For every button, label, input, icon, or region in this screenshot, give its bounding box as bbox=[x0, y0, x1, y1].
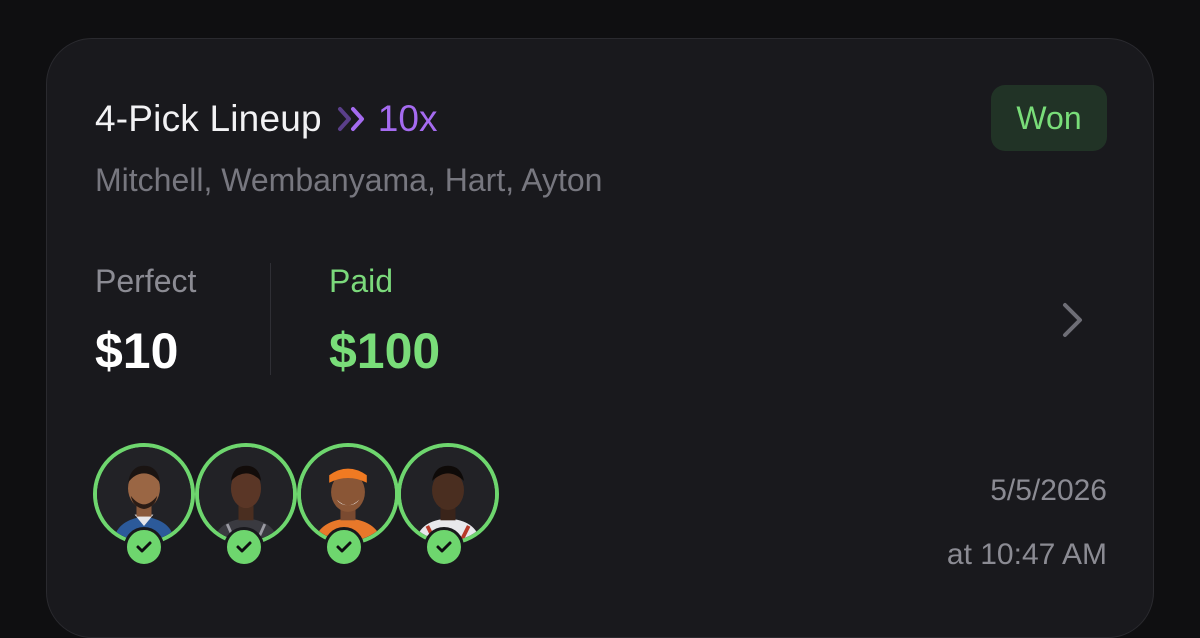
players-list: Mitchell, Wembanyama, Hart, Ayton bbox=[95, 162, 603, 198]
payout-multiplier: 10x bbox=[377, 98, 438, 139]
check-icon bbox=[224, 527, 264, 567]
paid-label: Paid bbox=[329, 263, 394, 299]
perfect-label: Perfect bbox=[95, 263, 197, 299]
paid-stat: Paid $100 bbox=[329, 261, 440, 379]
perfect-value: $10 bbox=[95, 323, 179, 379]
check-icon bbox=[324, 527, 364, 567]
check-icon bbox=[424, 527, 464, 567]
date-day: 5/5/2026 bbox=[990, 474, 1107, 507]
lineup-title: 4-Pick Lineup bbox=[95, 98, 322, 139]
double-chevron-right-icon bbox=[336, 104, 370, 134]
player-avatars bbox=[93, 443, 513, 571]
lineup-card[interactable]: 4-Pick Lineup 10x Mitchell, Wembanyama, … bbox=[46, 38, 1154, 638]
lineup-date: 5/5/2026 at 10:47 AM bbox=[947, 459, 1107, 587]
chevron-right-icon[interactable] bbox=[1058, 299, 1088, 341]
stat-divider bbox=[270, 263, 271, 375]
lineup-title-row: 4-Pick Lineup 10x bbox=[95, 97, 437, 141]
date-time: at 10:47 AM bbox=[946, 538, 1107, 571]
status-badge: Won bbox=[991, 85, 1107, 151]
paid-value: $100 bbox=[329, 323, 441, 379]
check-icon bbox=[124, 527, 164, 567]
perfect-stat: Perfect $10 bbox=[95, 261, 196, 379]
